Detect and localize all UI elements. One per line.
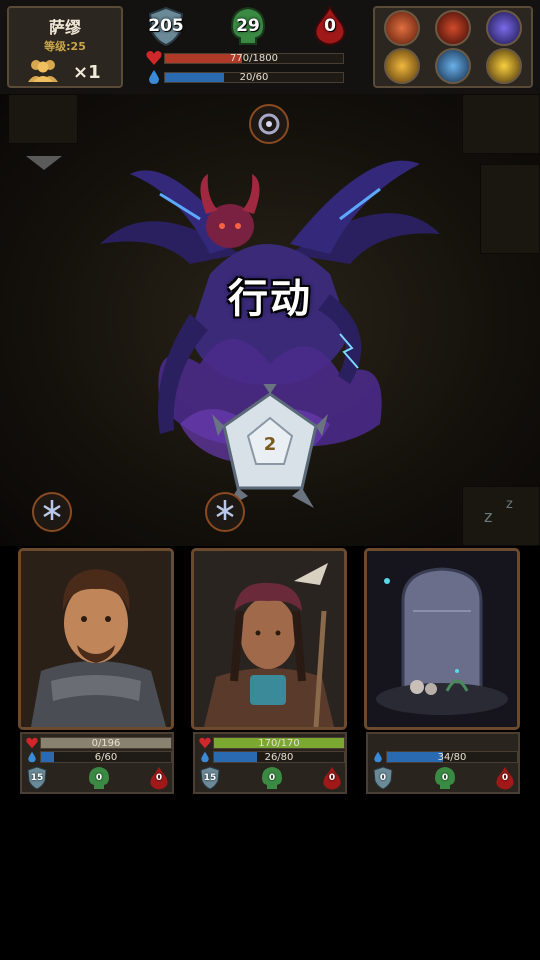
water-drop-icon xyxy=(149,70,159,84)
water-drop-icon xyxy=(374,751,382,763)
frost-trap-icon[interactable] xyxy=(32,492,72,532)
hero-card-tombstone[interactable] xyxy=(364,548,520,730)
hero-mana-text: 6/60 xyxy=(94,752,118,763)
hero-info-shaman: 170/170 26/80 15 0 0 xyxy=(193,732,347,794)
hero-card-shaman[interactable] xyxy=(191,548,347,730)
shaman-portrait xyxy=(194,551,344,727)
hero-blood: 0 xyxy=(148,766,170,790)
frost-beast-icon[interactable] xyxy=(435,48,471,84)
arcane-crystal-icon[interactable] xyxy=(486,10,522,46)
battlefield: 行动 2 z z xyxy=(0,94,540,546)
hero-blood: 0 xyxy=(321,766,343,790)
hero-blood-value: 0 xyxy=(328,773,336,783)
hero-armor: 15 xyxy=(26,766,48,790)
hero-poison: 0 xyxy=(434,766,456,790)
dungeon-tile xyxy=(480,164,540,254)
top-hud: 萨缪 等级:25 ×1 205 29 0 770/1800 20/60 xyxy=(0,0,540,94)
sleep-icon: z z xyxy=(484,497,513,526)
hero-mana-bar: 34/80 xyxy=(372,750,518,764)
hero-armor-value: 15 xyxy=(203,773,217,783)
armor-value: 205 xyxy=(148,16,184,36)
svg-text:z: z xyxy=(506,497,513,512)
skill-panel xyxy=(373,6,533,88)
golden-claw-icon[interactable] xyxy=(486,48,522,84)
hero-mana-bar: 6/60 xyxy=(26,750,172,764)
player-hp-bar: 770/1800 xyxy=(146,50,348,66)
hero-info-warrior: 0/196 6/60 15 0 0 xyxy=(20,732,174,794)
hero-poison: 0 xyxy=(88,766,110,790)
fire-slash-icon[interactable] xyxy=(384,10,420,46)
player-level: 等级:25 xyxy=(44,40,86,53)
hero-hp-text: 0/196 xyxy=(91,738,121,749)
heart-icon xyxy=(146,51,162,65)
party-count: ×1 xyxy=(73,62,101,83)
hero-poison-value: 0 xyxy=(441,773,449,783)
frost-trap-icon[interactable] xyxy=(205,492,245,532)
hero-hp-bar: 170/170 xyxy=(199,736,345,750)
water-drop-icon xyxy=(28,751,36,763)
flame-burst-icon[interactable] xyxy=(435,10,471,46)
hero-poison-value: 0 xyxy=(95,773,103,783)
hero-hp-text: 170/170 xyxy=(258,738,300,749)
hero-mana-bar: 26/80 xyxy=(199,750,345,764)
poison-value: 29 xyxy=(236,16,260,36)
party-icon xyxy=(28,60,58,82)
hero-blood-value: 0 xyxy=(501,773,509,783)
hero-armor-value: 0 xyxy=(379,773,387,783)
warrior-portrait xyxy=(21,551,171,727)
hero-card-warrior[interactable] xyxy=(18,548,174,730)
dice-value: 2 xyxy=(264,434,277,455)
hero-poison-value: 0 xyxy=(268,773,276,783)
hero-poison: 0 xyxy=(261,766,283,790)
chevron-down-icon[interactable] xyxy=(26,156,62,170)
water-drop-icon xyxy=(201,751,209,763)
heart-icon xyxy=(26,737,38,749)
hero-info-tombstone: 34/80 0 0 0 xyxy=(366,732,520,794)
player-name: 萨缪 xyxy=(48,18,81,37)
hero-hp-bar: 0/196 xyxy=(26,736,172,750)
hero-armor: 15 xyxy=(199,766,221,790)
heart-icon xyxy=(199,737,211,749)
hero-mana-text: 34/80 xyxy=(437,752,467,763)
player-mana-text: 20/60 xyxy=(239,72,269,83)
hero-blood: 0 xyxy=(494,766,516,790)
armor-stat: 205 xyxy=(146,6,186,46)
player-hp-text: 770/1800 xyxy=(230,53,278,64)
player-card[interactable]: 萨缪 等级:25 ×1 xyxy=(7,6,123,88)
golden-fist-icon[interactable] xyxy=(384,48,420,84)
dungeon-tile xyxy=(8,94,78,144)
hero-blood-value: 0 xyxy=(155,773,163,783)
action-label: 行动 xyxy=(228,276,312,322)
blood-value: 0 xyxy=(324,16,336,36)
tombstone-portrait xyxy=(367,551,517,727)
player-mana-bar: 20/60 xyxy=(146,69,348,85)
hero-mana-text: 26/80 xyxy=(264,752,294,763)
hero-armor: 0 xyxy=(372,766,394,790)
dungeon-tile xyxy=(462,94,540,154)
hero-armor-value: 15 xyxy=(30,773,44,783)
blood-stat: 0 xyxy=(310,6,350,46)
svg-text:z: z xyxy=(484,507,492,526)
poison-stat: 29 xyxy=(228,6,268,46)
